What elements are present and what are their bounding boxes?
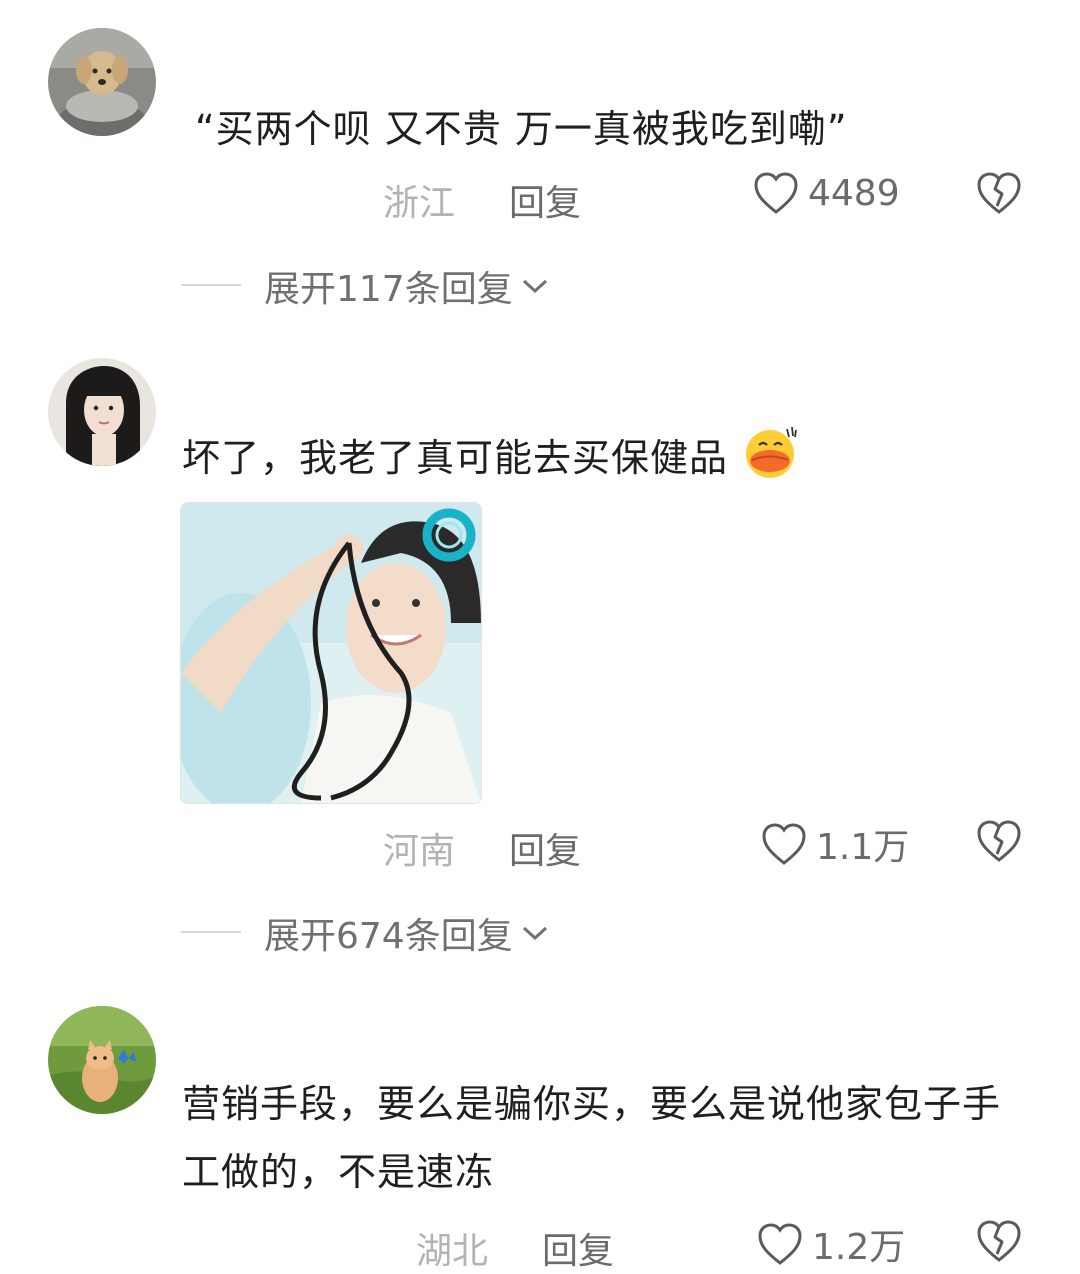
expand-replies[interactable]: 展开674条回复: [0, 907, 1080, 957]
heart-icon: [754, 172, 798, 214]
sticker-image[interactable]: [180, 502, 482, 804]
expand-replies-label[interactable]: 展开674条回复: [264, 907, 549, 959]
broken-heart-icon: [977, 172, 1021, 214]
comment-meta: 浙江 回复 4489: [0, 172, 1080, 226]
location-label: 河南: [383, 831, 456, 872]
heart-icon: [762, 823, 806, 865]
broken-heart-icon: [977, 820, 1021, 862]
reply-button[interactable]: 回复: [509, 822, 581, 874]
comment-text: 坏了，我老了真可能去买保健品: [182, 436, 729, 480]
expand-replies[interactable]: 展开117条回复: [0, 260, 1080, 310]
comment-text: “买两个呗 又不贵 万一真被我吃到嘞”: [195, 107, 848, 151]
comment-text: 营销手段，要么是骗你买，要么是说他家包子手工做的，不是速冻: [182, 1082, 1002, 1194]
location-label: 湖北: [416, 1231, 489, 1272]
heart-icon: [758, 1223, 802, 1265]
like-count: 1.1万: [816, 827, 910, 868]
avatar-girl[interactable]: [48, 358, 156, 466]
expand-text: 展开674条回复: [264, 916, 513, 957]
sweat-smile-emoji: [746, 426, 798, 478]
location-label: 浙江: [383, 183, 456, 224]
expand-replies-label[interactable]: 展开117条回复: [264, 260, 549, 312]
like-count: 1.2万: [812, 1227, 906, 1268]
dislike-button[interactable]: [975, 1216, 1023, 1273]
like-count: 4489: [808, 172, 900, 214]
reply-button[interactable]: 回复: [509, 174, 581, 226]
dislike-button[interactable]: [975, 816, 1023, 873]
comment-meta: 湖北 回复 1.2万: [0, 1220, 1080, 1274]
comment-meta: 河南 回复 1.1万: [0, 820, 1080, 874]
expand-text: 展开117条回复: [264, 269, 513, 310]
divider: [181, 284, 241, 286]
reply-button[interactable]: 回复: [542, 1222, 614, 1274]
avatar-dog[interactable]: [48, 28, 156, 136]
chevron-down-icon: [522, 926, 547, 941]
comment-text-row: 坏了，我老了真可能去买保健品: [182, 423, 1022, 492]
like-button[interactable]: 4489: [752, 170, 900, 216]
like-button[interactable]: 1.1万: [760, 818, 909, 870]
divider: [181, 931, 241, 933]
broken-heart-icon: [977, 1220, 1021, 1262]
avatar-cat[interactable]: [48, 1006, 156, 1114]
chevron-down-icon: [522, 279, 547, 294]
dislike-button[interactable]: [975, 168, 1023, 225]
like-button[interactable]: 1.2万: [756, 1218, 905, 1270]
